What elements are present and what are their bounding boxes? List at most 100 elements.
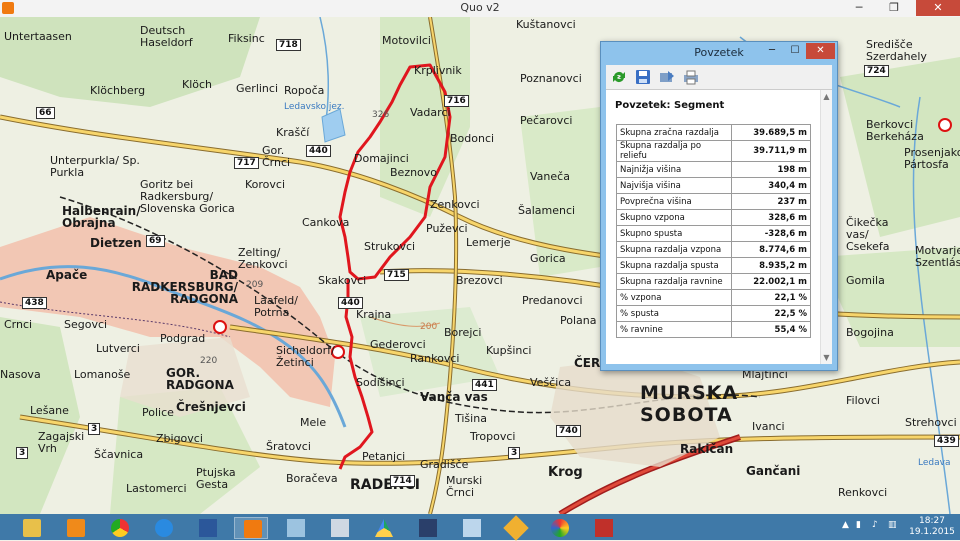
place-label: Brezovci (456, 274, 503, 287)
row-label: Najvišja višina (616, 177, 732, 194)
place-label: Čikečka vas/ Csekefa (846, 216, 890, 253)
network-tool-icon[interactable] (410, 517, 444, 539)
place-label: Ščavnica (94, 448, 144, 461)
place-label: Ivanci (752, 420, 785, 433)
tray-expand-icon[interactable]: ▲ (842, 520, 849, 530)
print-icon[interactable] (682, 68, 700, 86)
maximize-button[interactable]: ❐ (872, 0, 916, 16)
place-label: Središče Szerdahely (866, 38, 927, 63)
row-label: Povprečna višina (616, 193, 732, 210)
road-number: 740 (556, 425, 581, 437)
close-button[interactable]: ✕ (916, 0, 960, 16)
place-label: Laafeld/ Potrna (254, 294, 298, 319)
calculator-icon[interactable] (322, 517, 356, 539)
table-row: % ravnine 55,4 % (616, 321, 811, 338)
file-explorer-icon[interactable] (14, 517, 48, 539)
row-value: 22,1 % (731, 289, 811, 306)
row-label: Skupna zračna razdalja (616, 124, 732, 141)
place-label: Strehovci (905, 416, 957, 429)
place-label: Klöchberg (90, 84, 146, 97)
misc-tool-icon[interactable] (586, 517, 620, 539)
spot-height: 209 (246, 280, 264, 290)
place-label: Kraščí (276, 126, 310, 139)
place-label: Vanča vas (420, 390, 488, 404)
place-label: Zelting/ Zenkovci (238, 246, 288, 271)
chrome-icon[interactable] (102, 517, 136, 539)
row-value: 22,5 % (731, 305, 811, 322)
place-label: Domajinci (354, 152, 409, 165)
taskbar-clock[interactable]: 18:27 19.1.2015 (908, 516, 956, 538)
place-label: Črešnjevci (176, 400, 246, 414)
place-label: Strukovci (364, 240, 416, 253)
outlook-icon[interactable] (58, 517, 92, 539)
clock-time: 18:27 (919, 516, 945, 526)
volume-icon[interactable]: ♪ (872, 520, 878, 530)
place-label: Polana (560, 314, 597, 327)
place-label: Apače (46, 268, 88, 282)
google-drive-icon[interactable] (366, 517, 400, 539)
row-value: 39.711,9 m (731, 140, 811, 162)
place-label: GOR. RADGONA (166, 366, 234, 392)
table-row: Skupno vzpona 328,6 m (616, 209, 811, 226)
network-icon[interactable]: ▥ (888, 520, 897, 530)
road-number: 440 (306, 145, 331, 157)
table-row: % spusta 22,5 % (616, 305, 811, 322)
paint-icon[interactable] (542, 517, 576, 539)
row-label: Skupno spusta (616, 225, 732, 242)
place-label: Krog (548, 465, 583, 480)
minimize-button[interactable]: ─ (846, 0, 872, 16)
place-label: Berkovci Berkeháza (866, 118, 924, 143)
dialog-minimize-button[interactable]: ─ (761, 43, 783, 59)
row-value: 55,4 % (731, 321, 811, 338)
row-value: 8.935,2 m (731, 257, 811, 274)
place-label: Cankova (302, 216, 350, 229)
place-label: Crnci (4, 318, 33, 331)
summary-table: Skupna zračna razdalja 39.689,5 m Skupna … (616, 124, 811, 338)
place-label: Vaneča (530, 170, 570, 183)
place-label: Halbenrain/ Obrajna (62, 204, 141, 230)
refresh-icon[interactable] (610, 68, 628, 86)
table-row: Skupna razdalja vzpona 8.774,6 m (616, 241, 811, 258)
place-label: Krplivnik (414, 64, 462, 77)
word-icon[interactable] (190, 517, 224, 539)
place-label: Unterpurkla/ Sp. Purkla (50, 154, 140, 179)
row-label: % ravnine (616, 321, 732, 338)
row-label: Skupna razdalja po reliefu (616, 140, 732, 162)
row-label: Skupna razdalja vzpona (616, 241, 732, 258)
scroll-up-icon[interactable]: ▲ (821, 92, 832, 101)
place-label: Ptujska Gesta (196, 466, 236, 491)
scroll-down-icon[interactable]: ▼ (821, 353, 832, 362)
place-label: Bodonci (450, 132, 495, 145)
image-viewer-icon[interactable] (454, 517, 488, 539)
row-label: % vzpona (616, 289, 732, 306)
place-label: Gomila (846, 274, 885, 287)
place-label: Boračeva (286, 472, 338, 485)
paint-3d-icon[interactable] (278, 517, 312, 539)
battery-icon[interactable]: ▮ (856, 520, 861, 530)
table-row: % vzpona 22,1 % (616, 289, 811, 306)
row-label: Najnižja višina (616, 161, 732, 178)
save-icon[interactable] (634, 68, 652, 86)
dialog-maximize-button[interactable]: ☐ (784, 43, 806, 59)
place-label: Renkovci (838, 486, 888, 499)
road-number: 66 (36, 107, 55, 119)
river-label: Ledava (918, 458, 951, 468)
dialog-close-button[interactable]: ✕ (806, 43, 835, 59)
place-label: Motovilci (382, 34, 431, 47)
place-label: Šratovci (266, 440, 311, 453)
road-number: 716 (444, 95, 469, 107)
quo-icon[interactable] (234, 517, 268, 539)
place-label: Kupšinci (486, 344, 532, 357)
dialog-titlebar[interactable]: Povzetek ─ ☐ ✕ (601, 42, 837, 64)
table-row: Najvišja višina 340,4 m (616, 177, 811, 194)
export-icon[interactable] (658, 68, 676, 86)
internet-explorer-icon[interactable] (146, 517, 180, 539)
pen-tool-icon[interactable] (498, 515, 532, 541)
dialog-scrollbar[interactable]: ▲ ▼ (820, 90, 832, 364)
place-label: Fiksinc (228, 32, 265, 45)
row-value: 198 m (731, 161, 811, 178)
lake-label: Ledavsko jez. (284, 102, 345, 112)
place-label: Dietzen (90, 236, 142, 250)
place-label: Rankovci (410, 352, 460, 365)
place-label: Gančani (746, 464, 801, 478)
